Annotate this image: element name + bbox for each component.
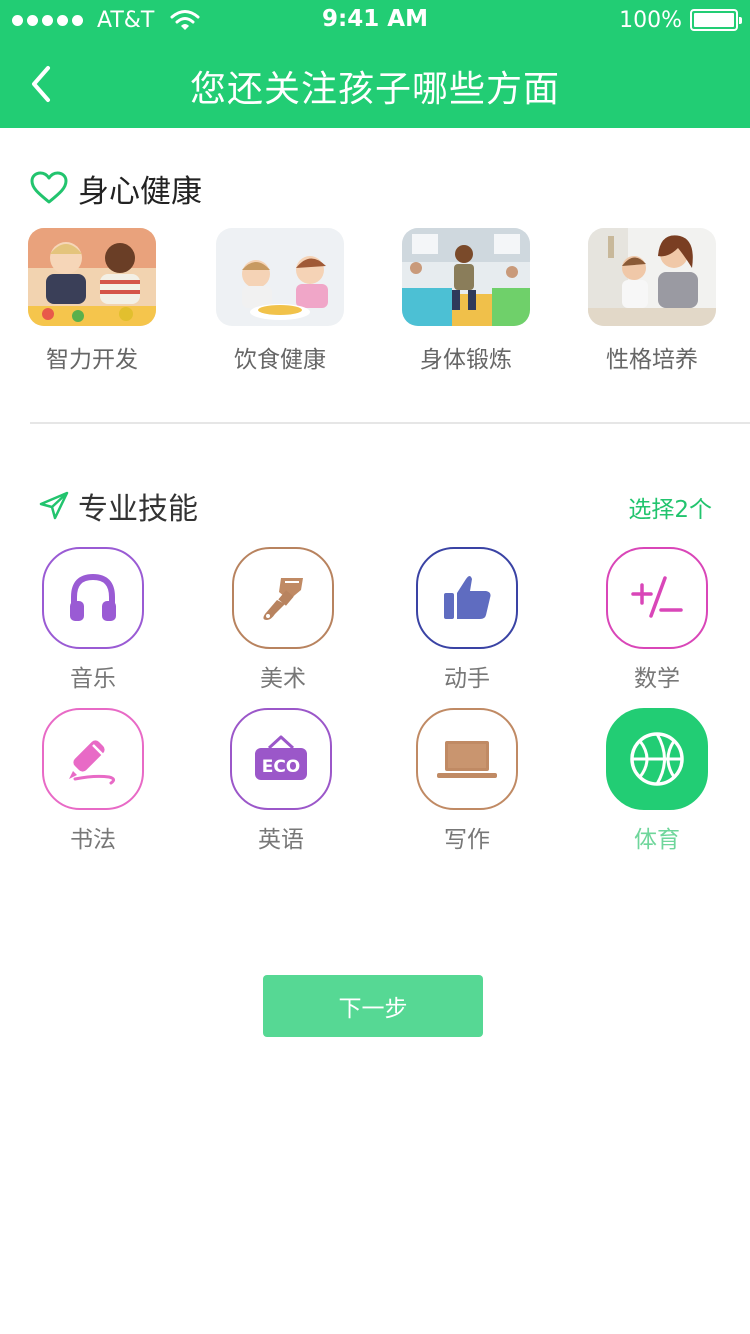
exercise-photo — [402, 228, 530, 326]
paint-brush-icon — [263, 578, 303, 620]
skills-section-title: 专业技能 — [38, 482, 198, 530]
laptop-icon — [437, 741, 497, 778]
status-bar: AT&T 9:41 AM 100% — [0, 0, 750, 40]
skill-label: 动手 — [444, 666, 490, 692]
headphones-icon — [70, 573, 116, 621]
skill-icon-frame: ECO — [230, 708, 332, 810]
navigation-arrow-icon — [39, 491, 69, 520]
health-item-label: 身体锻炼 — [420, 347, 512, 373]
skill-icon-frame — [42, 547, 144, 649]
skill-handson[interactable]: 动手 — [416, 547, 520, 692]
skill-label: 写作 — [444, 827, 490, 853]
intelligence-photo — [28, 228, 156, 326]
skills-title-text: 专业技能 — [78, 492, 198, 527]
skill-math[interactable]: 数学 — [606, 547, 710, 692]
health-item-character[interactable]: 性格培养 — [588, 228, 716, 373]
eco-sign-icon: ECO — [255, 735, 307, 780]
health-section-title: 身心健康 — [30, 164, 202, 212]
skill-art[interactable]: 美术 — [232, 547, 336, 692]
skill-sports[interactable]: 体育 — [606, 708, 710, 853]
plus-minus-icon — [631, 576, 683, 618]
section-divider — [30, 422, 750, 424]
skill-writing[interactable]: 写作 — [416, 708, 520, 853]
character-photo — [588, 228, 716, 326]
skill-english[interactable]: ECO 英语 — [230, 708, 334, 853]
header: AT&T 9:41 AM 100% 您还关注孩子哪些方面 — [0, 0, 750, 128]
svg-text:ECO: ECO — [262, 757, 301, 777]
next-step-button[interactable]: 下一步 — [263, 975, 483, 1037]
skill-icon-frame — [606, 708, 708, 810]
skill-label: 体育 — [634, 827, 680, 853]
health-item-label: 智力开发 — [46, 347, 138, 373]
skill-music[interactable]: 音乐 — [42, 547, 146, 692]
skill-icon-frame — [416, 547, 518, 649]
health-item-exercise[interactable]: 身体锻炼 — [402, 228, 530, 373]
thumbs-up-icon — [444, 576, 491, 619]
health-title-text: 身心健康 — [78, 173, 202, 210]
skill-icon-frame — [606, 547, 708, 649]
skill-label: 书法 — [70, 827, 116, 853]
health-item-label: 性格培养 — [606, 347, 698, 373]
battery-percent: 100% — [619, 7, 682, 33]
diet-photo — [216, 228, 344, 326]
skill-label: 数学 — [634, 666, 680, 692]
pen-icon — [69, 740, 116, 785]
skill-label: 音乐 — [70, 666, 116, 692]
page-title: 您还关注孩子哪些方面 — [189, 69, 560, 110]
nav-bar: 您还关注孩子哪些方面 — [0, 40, 750, 128]
battery-area: 100% — [619, 6, 742, 34]
skill-label: 美术 — [260, 666, 306, 692]
skill-icon-frame — [42, 708, 144, 810]
skill-icon-frame — [416, 708, 518, 810]
skill-calligraphy[interactable]: 书法 — [42, 708, 146, 853]
battery-icon — [690, 9, 742, 31]
heart-outline-icon — [30, 171, 68, 204]
skill-label: 英语 — [258, 827, 304, 853]
select-count-label: 选择2个 — [628, 497, 712, 523]
skill-icon-frame — [232, 547, 334, 649]
health-item-intelligence[interactable]: 智力开发 — [28, 228, 156, 373]
health-item-label: 饮食健康 — [234, 347, 326, 373]
basketball-icon — [630, 732, 684, 786]
health-item-diet[interactable]: 饮食健康 — [216, 228, 344, 373]
